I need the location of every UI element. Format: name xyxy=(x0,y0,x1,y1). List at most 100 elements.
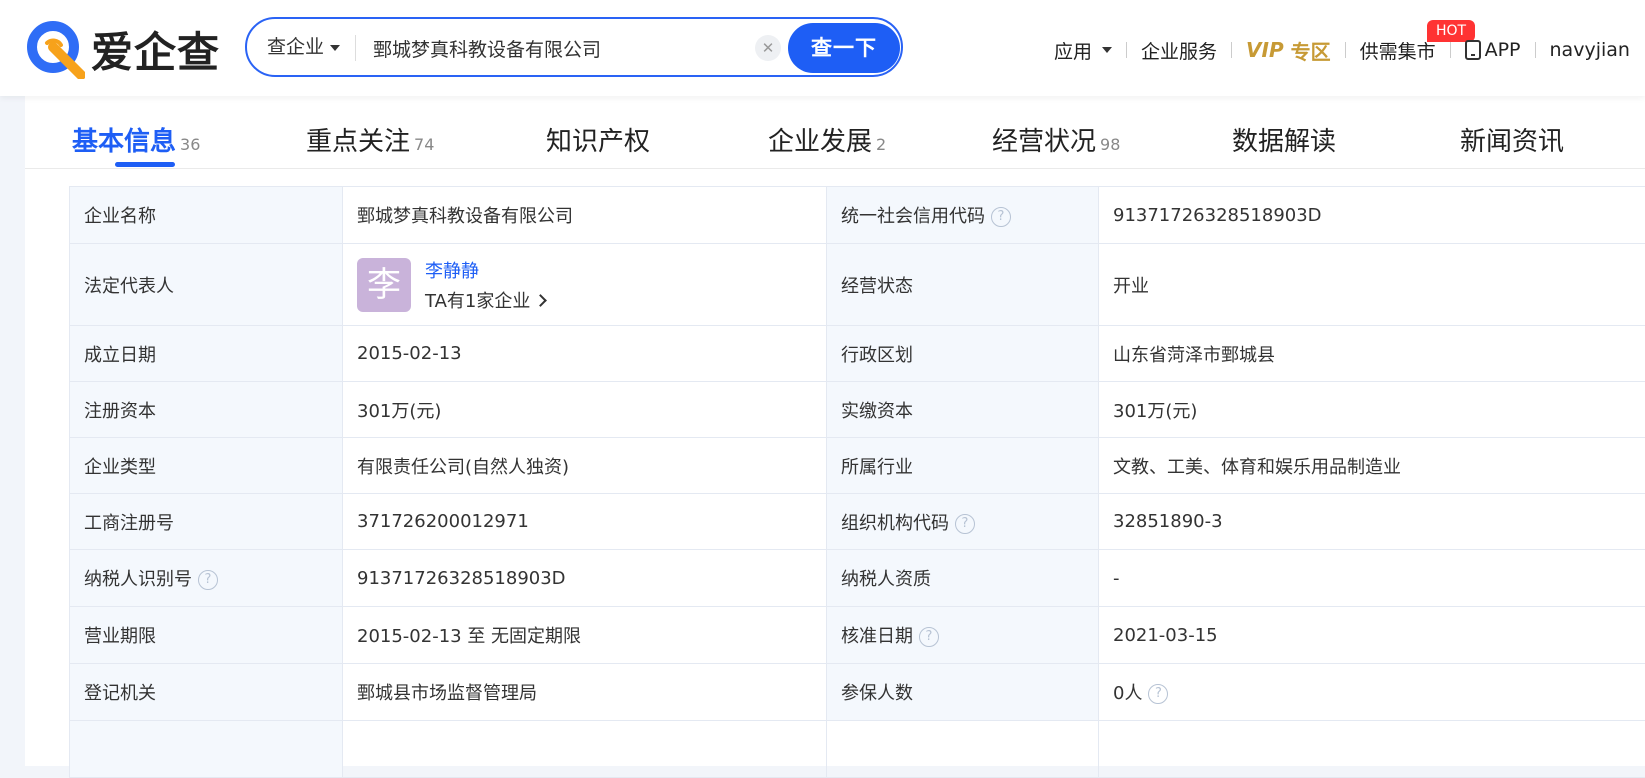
table-row xyxy=(70,721,1645,778)
field-label: 成立日期 xyxy=(70,326,343,382)
field-label: 统一社会信用代码? xyxy=(827,187,1099,244)
legal-rep-cell: 李 李静静 TA有1家企业 xyxy=(343,244,827,326)
company-type-value: 有限责任公司(自然人独资) xyxy=(343,438,827,494)
company-name-value: 鄄城梦真科教设备有限公司 xyxy=(343,187,827,244)
tab-label: 重点关注 xyxy=(306,127,410,157)
table-row: 法定代表人 李 李静静 TA有1家企业 经营状态 开业 xyxy=(70,244,1645,326)
legal-rep-companies-label: TA有1家企业 xyxy=(425,291,530,312)
help-icon[interactable]: ? xyxy=(919,627,939,647)
logo-text: 爱企查 xyxy=(91,19,220,80)
table-row: 注册资本 301万(元) 实缴资本 301万(元) xyxy=(70,382,1645,438)
region-value: 山东省菏泽市鄄城县 xyxy=(1099,326,1645,382)
authority-value: 鄄城县市场监督管理局 xyxy=(343,664,827,721)
field-label: 注册资本 xyxy=(70,382,343,438)
org-code-value: 32851890-3 xyxy=(1099,494,1645,550)
tab-count: 36 xyxy=(180,135,200,154)
legal-rep-name-link[interactable]: 李静静 xyxy=(425,257,545,283)
search-button[interactable]: 查一下 xyxy=(788,23,900,73)
tab-count: 74 xyxy=(414,135,434,154)
approval-date-value: 2021-03-15 xyxy=(1099,607,1645,664)
nav-apps[interactable]: 应用 xyxy=(1054,37,1112,64)
help-icon[interactable]: ? xyxy=(955,514,975,534)
logo-icon xyxy=(25,19,85,79)
field-label: 所属行业 xyxy=(827,438,1099,494)
reg-number-value: 371726200012971 xyxy=(343,494,827,550)
tab-bar: 基本信息36 重点关注74 知识产权 企业发展2 经营状况98 数据解读 新闻资… xyxy=(25,96,1645,169)
taxpayer-id-label: 纳税人识别号 xyxy=(84,569,192,590)
active-tab-indicator xyxy=(115,162,175,167)
tab-data-insights[interactable]: 数据解读 xyxy=(1232,121,1336,158)
legal-rep-companies-link[interactable]: TA有1家企业 xyxy=(425,291,545,312)
tab-label: 经营状况 xyxy=(992,127,1096,157)
tab-label: 新闻资讯 xyxy=(1460,127,1564,157)
field-label: 登记机关 xyxy=(70,664,343,721)
user-account[interactable]: navyjian xyxy=(1550,39,1630,61)
phone-icon xyxy=(1465,40,1481,60)
field-value xyxy=(1099,721,1645,778)
clear-icon[interactable]: ✕ xyxy=(755,35,781,61)
divider xyxy=(1450,42,1451,58)
field-label: 企业类型 xyxy=(70,438,343,494)
term-value: 2015-02-13 至 无固定期限 xyxy=(343,607,827,664)
taxpayer-qual-value: - xyxy=(1099,550,1645,607)
field-label: 纳税人识别号? xyxy=(70,550,343,607)
field-value xyxy=(827,721,1099,778)
nav-app[interactable]: APP xyxy=(1465,39,1521,61)
taxpayer-id-value: 91371726328518903D xyxy=(343,550,827,607)
tab-ip[interactable]: 知识产权 xyxy=(546,121,650,158)
field-label: 法定代表人 xyxy=(70,244,343,326)
basic-info-table: 企业名称 鄄城梦真科教设备有限公司 统一社会信用代码? 913717263285… xyxy=(69,186,1645,778)
credit-code-label: 统一社会信用代码 xyxy=(841,206,985,227)
divider xyxy=(1345,42,1346,58)
field-label: 营业期限 xyxy=(70,607,343,664)
logo[interactable]: 爱企查 xyxy=(25,20,220,78)
help-icon[interactable]: ? xyxy=(1148,684,1168,704)
insured-cell: 0人? xyxy=(1099,664,1645,721)
divider xyxy=(1231,42,1232,58)
tab-label: 企业发展 xyxy=(768,127,872,157)
chevron-down-icon xyxy=(1102,47,1112,53)
field-label xyxy=(70,721,343,778)
table-row: 工商注册号 371726200012971 组织机构代码? 32851890-3 xyxy=(70,494,1645,550)
nav-app-label: APP xyxy=(1485,39,1521,61)
help-icon[interactable]: ? xyxy=(198,570,218,590)
tab-development[interactable]: 企业发展2 xyxy=(768,121,886,158)
nav-market[interactable]: 供需集市 xyxy=(1360,37,1436,64)
table-row: 成立日期 2015-02-13 行政区划 山东省菏泽市鄄城县 xyxy=(70,326,1645,382)
field-label: 实缴资本 xyxy=(827,382,1099,438)
founded-value: 2015-02-13 xyxy=(343,326,827,382)
tab-basic-info[interactable]: 基本信息36 xyxy=(72,121,200,158)
search-type-label: 查企业 xyxy=(267,36,324,58)
table-row: 登记机关 鄄城县市场监督管理局 参保人数 0人? xyxy=(70,664,1645,721)
vip-label: VIP xyxy=(1246,38,1284,62)
insured-value: 0人 xyxy=(1113,683,1142,704)
field-label: 行政区划 xyxy=(827,326,1099,382)
field-label: 核准日期? xyxy=(827,607,1099,664)
tab-label: 数据解读 xyxy=(1232,127,1336,157)
search-type-select[interactable]: 查企业 xyxy=(267,19,340,75)
table-row: 企业类型 有限责任公司(自然人独资) 所属行业 文教、工美、体育和娱乐用品制造业 xyxy=(70,438,1645,494)
nav-vip-zone[interactable]: VIP 专区 xyxy=(1246,36,1331,65)
nav-services[interactable]: 企业服务 xyxy=(1141,37,1217,64)
vip-zone-label: 专区 xyxy=(1291,36,1331,65)
tab-operations[interactable]: 经营状况98 xyxy=(992,121,1120,158)
table-row: 企业名称 鄄城梦真科教设备有限公司 统一社会信用代码? 913717263285… xyxy=(70,187,1645,244)
top-nav: 应用 企业服务 VIP 专区 供需集市 APP navyjian xyxy=(1054,30,1630,70)
tab-news[interactable]: 新闻资讯 xyxy=(1460,121,1564,158)
credit-code-value: 91371726328518903D xyxy=(1099,187,1645,244)
tab-count: 2 xyxy=(876,135,886,154)
chevron-down-icon xyxy=(330,45,340,51)
chevron-right-icon xyxy=(535,294,548,307)
field-label: 企业名称 xyxy=(70,187,343,244)
field-label: 参保人数 xyxy=(827,664,1099,721)
avatar[interactable]: 李 xyxy=(357,258,411,312)
reg-capital-value: 301万(元) xyxy=(343,382,827,438)
divider xyxy=(355,35,356,61)
field-label: 经营状态 xyxy=(827,244,1099,326)
divider xyxy=(1535,42,1536,58)
tab-key-focus[interactable]: 重点关注74 xyxy=(306,121,434,158)
main-panel: 基本信息36 重点关注74 知识产权 企业发展2 经营状况98 数据解读 新闻资… xyxy=(25,96,1645,766)
legal-rep-info: 李静静 TA有1家企业 xyxy=(425,257,545,313)
help-icon[interactable]: ? xyxy=(991,207,1011,227)
field-label: 纳税人资质 xyxy=(827,550,1099,607)
